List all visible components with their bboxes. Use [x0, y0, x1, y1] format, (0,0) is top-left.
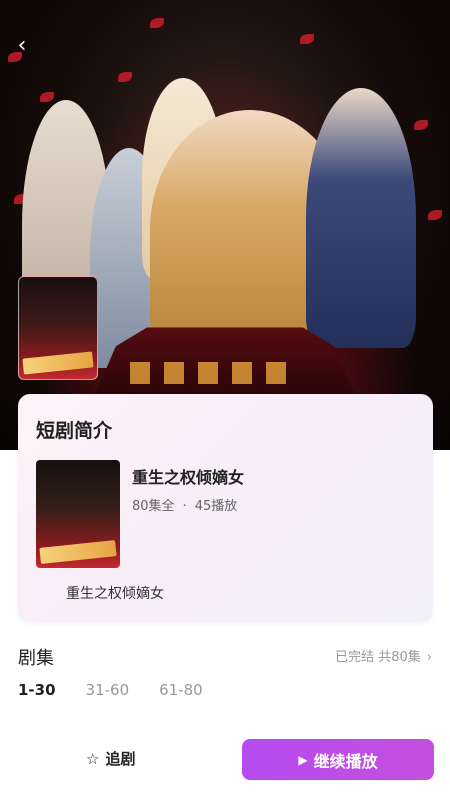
- episodes-status-text: 已完结 共80集: [335, 650, 421, 665]
- back-button[interactable]: ‹: [10, 34, 34, 58]
- follow-label: 追剧: [105, 750, 136, 768]
- poster-title-art: [39, 540, 117, 564]
- drama-description: 重生之权倾嫡女: [66, 586, 164, 602]
- intro-card: 短剧简介 重生之权倾嫡女 80集全 · 45播放 重生之权倾嫡女: [18, 394, 433, 622]
- drama-meta: 80集全 · 45播放: [132, 495, 237, 514]
- cast-figure: [306, 88, 416, 348]
- range-tab-61-80[interactable]: 61-80: [159, 681, 203, 699]
- meta-separator: ·: [182, 499, 187, 514]
- palace-windows: [130, 362, 286, 384]
- episodes-total: 80集全: [132, 499, 175, 514]
- intro-title: 短剧简介: [36, 420, 113, 442]
- episodes-status-link[interactable]: 已完结 共80集 ›: [335, 646, 432, 665]
- range-tab-1-30[interactable]: 1-30: [18, 681, 56, 699]
- chevron-left-icon: ‹: [17, 33, 27, 58]
- follow-button[interactable]: ☆ 追剧: [86, 748, 135, 769]
- chevron-right-icon: ›: [426, 650, 432, 665]
- petal-decoration: [40, 92, 54, 102]
- play-icon: ▶: [298, 752, 308, 767]
- poster-title-art: [22, 351, 94, 375]
- episode-range-tabs: 1-30 31-60 61-80: [18, 681, 203, 699]
- star-outline-icon: ☆: [86, 749, 100, 768]
- petal-decoration: [300, 34, 314, 44]
- play-count: 45播放: [194, 499, 238, 514]
- petal-decoration: [414, 120, 428, 130]
- drama-name: 重生之权倾嫡女: [132, 468, 245, 487]
- episodes-label: 剧集: [18, 648, 54, 669]
- hero-banner: ‹: [0, 0, 450, 450]
- petal-decoration: [428, 210, 442, 220]
- petal-decoration: [150, 18, 164, 28]
- hero-poster-thumbnail: [18, 276, 98, 380]
- petal-decoration: [118, 72, 132, 82]
- range-tab-31-60[interactable]: 31-60: [86, 681, 130, 699]
- drama-poster[interactable]: [36, 460, 120, 568]
- continue-play-label: 继续播放: [313, 751, 378, 771]
- continue-play-button[interactable]: ▶ 继续播放: [242, 739, 434, 780]
